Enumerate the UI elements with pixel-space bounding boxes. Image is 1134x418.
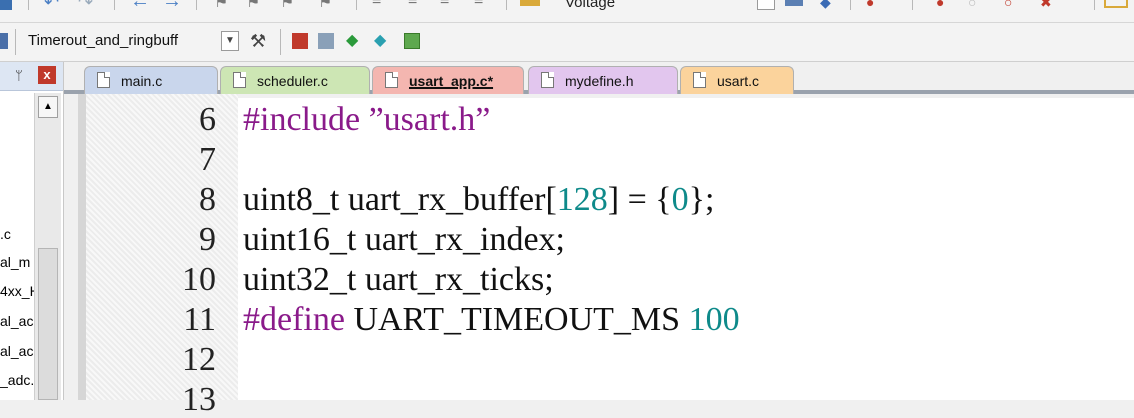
code-token: 0 xyxy=(671,181,689,218)
find-combo-dropdown[interactable] xyxy=(757,0,775,10)
window-icon[interactable] xyxy=(1104,0,1128,8)
tab-scheduler-c[interactable]: scheduler.c xyxy=(220,66,370,94)
gutter-edge xyxy=(78,94,86,400)
project-panel: ᛘ x ▲ .c al_m 4xx_H al_ac al_ac _adc. xyxy=(0,62,64,400)
main-toolbar: ↶ ↷ ← → ⚑ ⚑ ⚑ ⚑ ≡ ≡ ≡ ≡ Voltage ◆ ● ● ○ … xyxy=(0,0,1134,23)
tab-label: usart.c xyxy=(717,73,760,89)
redo-icon[interactable]: ↷ xyxy=(78,0,94,12)
tab-label: mydefine.h xyxy=(565,73,634,89)
scroll-thumb[interactable] xyxy=(38,248,58,400)
line-number: 7 xyxy=(199,141,216,178)
close-panel-button[interactable]: x xyxy=(38,66,56,84)
next-bookmark-icon[interactable]: ⚑ xyxy=(280,0,296,11)
bookmark-icon[interactable]: ⚑ xyxy=(214,0,230,11)
find-combo-text[interactable]: Voltage xyxy=(565,0,615,11)
project-file-item[interactable]: al_ac xyxy=(0,343,34,359)
tab-label: main.c xyxy=(121,73,163,89)
project-file-item[interactable]: 4xx_H xyxy=(0,283,34,299)
line-number: 8 xyxy=(199,181,216,218)
line-number: 9 xyxy=(199,221,216,258)
save-icon[interactable] xyxy=(0,0,12,10)
code-line[interactable]: uint8_t uart_rx_buffer[128] = {0}; xyxy=(243,183,714,217)
pack-installer-icon[interactable] xyxy=(318,33,334,49)
nav-forward-icon[interactable]: → xyxy=(162,0,182,12)
comment-icon[interactable]: ≡ xyxy=(440,0,456,9)
file-icon xyxy=(541,72,554,88)
run-time-env-icon[interactable]: ◆ xyxy=(346,33,362,49)
find-icon[interactable] xyxy=(785,0,803,6)
project-panel-scrollbar[interactable]: ▲ xyxy=(34,93,61,400)
code-token: 128 xyxy=(556,181,608,218)
breakpoint-insert-icon[interactable]: ● xyxy=(936,0,952,10)
target-options-icon[interactable]: ⚒ xyxy=(250,31,266,51)
unindent-icon[interactable]: ≡ xyxy=(408,0,424,9)
code-token: uint32_t uart_rx_ticks; xyxy=(243,261,554,298)
nav-back-icon[interactable]: ← xyxy=(130,0,150,12)
download-icon[interactable] xyxy=(0,33,8,49)
file-icon xyxy=(693,72,706,88)
breakpoint-enable-icon[interactable]: ○ xyxy=(968,0,984,10)
code-line[interactable]: #include ”usart.h” xyxy=(243,103,490,137)
breakpoint-kill-all-icon[interactable]: ✖ xyxy=(1040,0,1056,10)
tab-usart-c[interactable]: usart.c xyxy=(680,66,794,94)
tab-mydefine-h[interactable]: mydefine.h xyxy=(528,66,678,94)
breakpoint-disable-all-icon[interactable]: ○ xyxy=(1004,0,1020,10)
select-software-packs-icon[interactable]: ◆ xyxy=(374,33,390,49)
file-icon xyxy=(97,72,110,88)
tab-label: usart_app.c* xyxy=(409,73,494,89)
uncomment-icon[interactable]: ≡ xyxy=(474,0,490,9)
code-token: ”usart.h” xyxy=(368,101,491,138)
prev-bookmark-icon[interactable]: ⚑ xyxy=(246,0,262,11)
code-line[interactable]: #define UART_TIMEOUT_MS 100 xyxy=(243,303,740,337)
code-token: #include xyxy=(243,101,369,138)
scroll-up-button[interactable]: ▲ xyxy=(38,96,58,118)
pin-icon[interactable]: ᛘ xyxy=(15,68,23,83)
target-select[interactable]: Timerout_and_ringbuff xyxy=(28,32,178,49)
code-token: #define xyxy=(243,301,345,338)
tab-main-c[interactable]: main.c xyxy=(84,66,218,94)
manage-project-icon[interactable] xyxy=(292,33,308,49)
file-icon xyxy=(385,72,398,88)
multi-project-icon[interactable] xyxy=(404,33,420,49)
code-token: 100 xyxy=(688,301,740,338)
indent-icon[interactable]: ≡ xyxy=(372,0,388,9)
line-number: 13 xyxy=(182,381,216,418)
line-number: 10 xyxy=(182,261,216,298)
target-dropdown-button[interactable]: ▼ xyxy=(221,31,239,51)
project-file-item[interactable]: _adc. xyxy=(0,372,34,388)
editor-tab-bar: main.c scheduler.c usart_app.c* mydefine… xyxy=(64,62,1134,94)
code-token: ] = { xyxy=(607,181,672,218)
code-token: uint16_t uart_rx_index; xyxy=(243,221,566,258)
code-token: UART_TIMEOUT_MS xyxy=(344,301,689,338)
find-in-files-icon[interactable] xyxy=(520,0,540,6)
clear-bookmarks-icon[interactable]: ⚑ xyxy=(318,0,334,11)
line-number: 6 xyxy=(199,101,216,138)
build-toolbar: Timerout_and_ringbuff ▼ ⚒ ◆ ◆ xyxy=(0,23,1134,62)
tab-label: scheduler.c xyxy=(257,73,328,89)
line-number: 12 xyxy=(182,341,216,378)
code-line[interactable]: uint16_t uart_rx_index; xyxy=(243,223,565,257)
code-token: uint8_t uart_rx_buffer[ xyxy=(243,181,557,218)
project-file-item[interactable]: .c xyxy=(0,226,34,242)
project-panel-header: ᛘ x xyxy=(0,62,63,91)
code-token: }; xyxy=(688,181,715,218)
code-line[interactable]: uint32_t uart_rx_ticks; xyxy=(243,263,554,297)
incremental-find-icon[interactable]: ◆ xyxy=(820,0,836,10)
file-icon xyxy=(233,72,246,88)
project-file-item[interactable]: al_m xyxy=(0,254,34,270)
line-number: 11 xyxy=(183,301,216,338)
tab-usart-app-c[interactable]: usart_app.c* xyxy=(372,66,524,94)
undo-icon[interactable]: ↶ xyxy=(44,0,60,12)
debug-session-icon[interactable]: ● xyxy=(866,0,882,10)
project-file-item[interactable]: al_ac xyxy=(0,313,34,329)
